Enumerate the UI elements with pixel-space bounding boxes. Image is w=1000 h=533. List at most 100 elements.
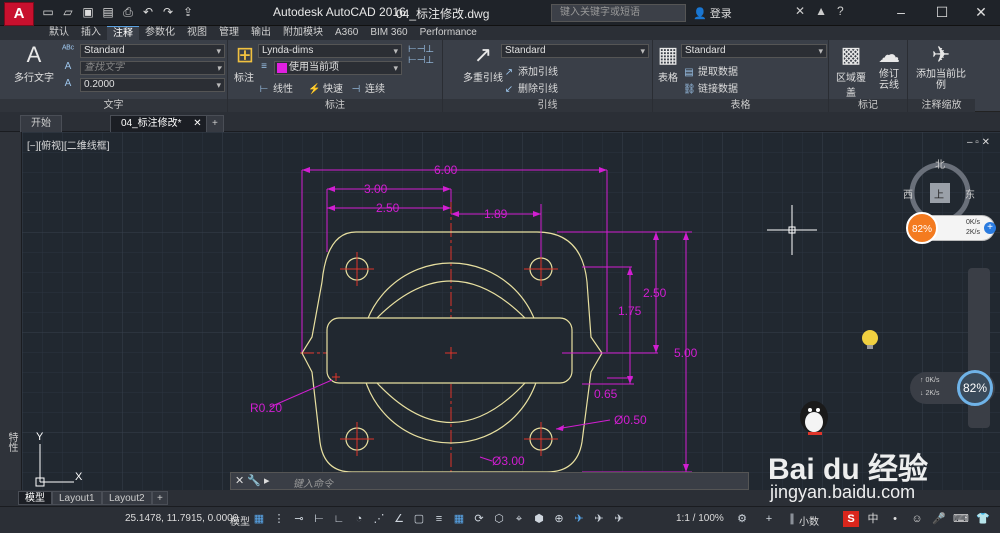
share-icon[interactable]: ⇪ (180, 4, 196, 20)
dim-6-00[interactable]: 6.00 (434, 163, 458, 177)
login-button[interactable]: 👤 登录 (693, 5, 732, 21)
selection-cycling-icon[interactable]: ⟳ (472, 512, 486, 526)
ribbon-tab-2[interactable]: 注释 (107, 26, 139, 40)
autoscale-icon[interactable]: ✈ (592, 512, 606, 526)
osnap-toggle-icon[interactable]: ▢ (412, 512, 426, 526)
leader-panel-label[interactable]: 引线 (443, 99, 652, 112)
dim-tools-grid[interactable]: ⊢⊣⊥ ⊢⊣⊥ (408, 44, 434, 66)
markup-panel-label[interactable]: 标记 (829, 99, 907, 112)
ribbon-tab-4[interactable]: 视图 (181, 26, 213, 40)
shirt-icon[interactable]: 👕 (975, 511, 991, 527)
punctuation-icon[interactable]: • (887, 511, 903, 527)
table-style-dropdown[interactable]: Standard (681, 44, 827, 58)
annotation-visibility-icon[interactable]: ✈ (572, 512, 586, 526)
gizmo-icon[interactable]: ⊕ (552, 512, 566, 526)
cmdline-close-icon[interactable]: ✕ 🔧 ▸ (235, 474, 270, 487)
snap-toggle-icon[interactable]: ⋮ (272, 512, 286, 526)
dim-dia-3-00[interactable]: Ø3.00 (492, 454, 525, 468)
dim-1-75[interactable]: 1.75 (618, 304, 642, 318)
add-layout-button[interactable]: + (152, 491, 168, 505)
lineweight-icon[interactable]: ≡ (432, 512, 446, 526)
dimension-panel-label[interactable]: 标注 (228, 99, 442, 112)
network-speed-widget-2[interactable]: ↑ 0K/s ↓ 2K/s 82% (910, 370, 995, 406)
close-tab-icon[interactable]: ✕ (193, 116, 201, 132)
dim-layer-dropdown[interactable]: 使用当前项 (274, 61, 402, 75)
cursor-coordinates[interactable]: 25.1478, 11.7915, 0.0000 (125, 513, 238, 524)
dimstyle-dropdown[interactable]: Lynda-dims (258, 44, 402, 58)
dynamic-ucs-icon[interactable]: ⌖ (512, 512, 526, 526)
annotation-monitor-icon[interactable]: + (762, 512, 776, 526)
transparency-icon[interactable]: ▦ (452, 512, 466, 526)
dim-3-00[interactable]: 3.00 (364, 182, 388, 196)
table-panel-label[interactable]: 表格 (653, 99, 828, 112)
ribbon-tab-3[interactable]: 参数化 (139, 26, 181, 40)
dim-2-50-vertical[interactable]: 2.50 (643, 286, 667, 300)
3d-osnap-icon[interactable]: ⬡ (492, 512, 506, 526)
viewport-controls[interactable]: – ▫ ✕ (967, 137, 990, 148)
open-icon[interactable]: ▱ (60, 4, 76, 20)
ribbon-tab-7[interactable]: 附加模块 (277, 26, 329, 40)
dim-5-00[interactable]: 5.00 (674, 346, 698, 360)
net-plus-button[interactable]: + (984, 222, 996, 234)
dim-linear-button[interactable]: ⊢ 线性 (258, 80, 293, 96)
compass-west[interactable]: 西 (903, 186, 913, 201)
workspace-gear-icon[interactable]: ⚙ (735, 512, 749, 526)
dimension-button[interactable]: ⊞ 标注 (232, 43, 256, 85)
mleader-style-dropdown[interactable]: Standard (501, 44, 649, 58)
table-button[interactable]: ▦ 表格 (655, 43, 681, 85)
dynamic-input-icon[interactable]: ⊢ (312, 512, 326, 526)
application-menu-button[interactable]: A (4, 2, 34, 26)
compass-east[interactable]: 东 (965, 186, 975, 201)
wipeout-button[interactable]: ▩ 区域覆盖 (833, 43, 869, 100)
annotation-scale-icon[interactable]: ✈ (612, 512, 626, 526)
isodraft-icon[interactable]: ⋰ (372, 512, 386, 526)
a360-icon[interactable]: ▲ (815, 4, 827, 18)
keyboard-icon[interactable]: ⌨ (953, 511, 969, 527)
dim-r0-20[interactable]: R0.20 (250, 401, 282, 415)
save-icon[interactable]: ▣ (80, 4, 96, 20)
ribbon-tab-1[interactable]: 插入 (75, 26, 107, 40)
undo-icon[interactable]: ↶ (140, 4, 156, 20)
ribbon-tab-0[interactable]: 默认 (43, 26, 75, 40)
osnap-track-icon[interactable]: ∠ (392, 512, 406, 526)
redo-icon[interactable]: ↷ (160, 4, 176, 20)
tab-layout2[interactable]: Layout2 (102, 491, 152, 505)
text-style-dropdown[interactable]: Standard (80, 44, 225, 58)
drawing-canvas[interactable]: 6.00 3.00 2.50 1.89 2.50 1.75 5.00 0.65 … (22, 132, 1000, 490)
new-icon[interactable]: ▭ (40, 4, 56, 20)
polar-toggle-icon[interactable]: ◔ (352, 512, 366, 526)
ribbon-tab-5[interactable]: 管理 (213, 26, 245, 40)
mtext-button[interactable]: A 多行文字 (10, 43, 58, 85)
sogou-ime-icon[interactable]: S (843, 511, 859, 527)
command-input[interactable]: 键入命令 (293, 475, 333, 490)
ribbon-tab-6[interactable]: 输出 (245, 26, 277, 40)
infer-toggle-icon[interactable]: ⊸ (292, 512, 306, 526)
dim-1-89[interactable]: 1.89 (484, 207, 508, 221)
emoji-icon[interactable]: ☺ (909, 511, 925, 527)
remove-leader-button[interactable]: ↙ 删除引线 (503, 80, 558, 96)
viewport-label[interactable]: [−][俯视][二维线框] (27, 137, 110, 152)
add-leader-button[interactable]: ↗ 添加引线 (503, 63, 558, 79)
tab-drawing[interactable]: 04_标注修改* ✕ (110, 115, 209, 132)
compass-north[interactable]: 北 (935, 156, 945, 171)
selection-filter-icon[interactable]: ⬢ (532, 512, 546, 526)
dim-dia-0-50[interactable]: Ø0.50 (614, 413, 647, 427)
units-icon[interactable]: ∥ (785, 512, 799, 526)
dim-0-65[interactable]: 0.65 (594, 387, 618, 401)
model-space-toggle[interactable]: 模型 (230, 513, 250, 528)
help-icon[interactable]: ? (837, 4, 844, 18)
find-text-input[interactable]: 查找文字 (80, 61, 225, 75)
text-height-dropdown[interactable]: 0.2000 (80, 78, 225, 92)
ribbon-tab-8[interactable]: A360 (329, 26, 364, 40)
revcloud-button[interactable]: ☁ 修订云线 (873, 43, 905, 92)
dim-quick-button[interactable]: ⚡ 快速 (308, 80, 343, 96)
network-speed-widget[interactable]: 82% 0K/s 2K/s + (906, 212, 996, 244)
microphone-icon[interactable]: 🎤 (931, 511, 947, 527)
print-icon[interactable]: ⎙ (120, 4, 136, 20)
ime-language[interactable]: 中 (865, 511, 881, 527)
new-tab-button[interactable]: + (206, 115, 224, 132)
link-data-button[interactable]: ⛓ 链接数据 (683, 80, 738, 96)
add-scale-button[interactable]: ✈ 添加当前比例 (912, 43, 970, 92)
text-panel-label[interactable]: 文字 (0, 99, 227, 112)
annotation-scale-panel-label[interactable]: 注释缩放 (908, 99, 975, 112)
